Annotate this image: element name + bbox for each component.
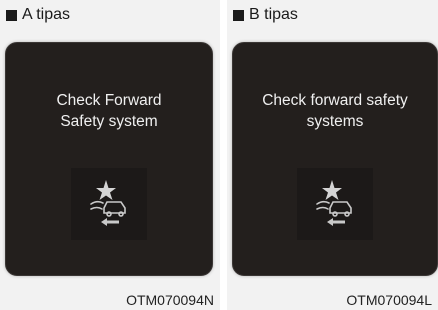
warning-message-line-1: Check forward safety <box>262 92 408 109</box>
panel-b: B tipas Check forward safety systems OTM… <box>227 0 438 310</box>
panel-heading: B tipas <box>233 6 298 24</box>
bullet-square-icon <box>233 9 244 21</box>
forward-collision-warning-icon <box>71 168 147 240</box>
cluster-display: Check Forward Safety system <box>5 42 213 276</box>
forward-collision-warning-icon <box>297 168 373 240</box>
panel-label: A tipas <box>22 6 71 23</box>
panel-label: B tipas <box>249 6 298 23</box>
panel-a: A tipas Check Forward Safety system OTM0… <box>0 0 220 310</box>
warning-message-line-1: Check Forward <box>56 92 162 109</box>
warning-message: Check forward safety systems <box>233 90 437 132</box>
bullet-square-icon <box>6 9 17 21</box>
figure-code: OTM070094L <box>346 292 432 308</box>
warning-message-line-2: Safety system <box>60 113 158 130</box>
warning-message-line-2: systems <box>306 113 364 130</box>
panel-heading: A tipas <box>6 6 70 24</box>
figure-code: OTM070094N <box>126 292 214 308</box>
cluster-display: Check forward safety systems <box>232 42 438 276</box>
warning-message: Check Forward Safety system <box>6 90 212 132</box>
